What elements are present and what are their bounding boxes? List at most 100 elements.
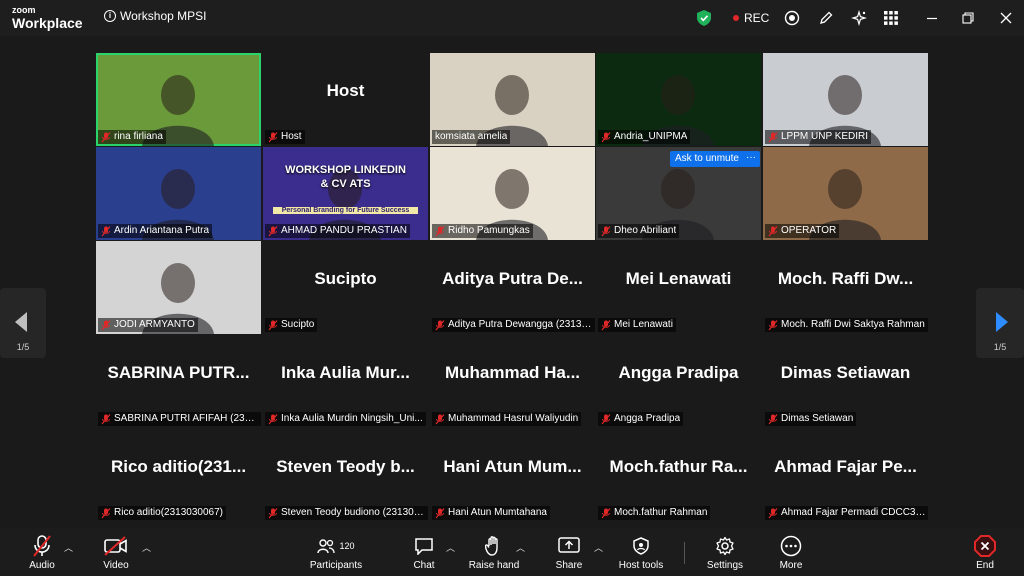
- participant-name: Sucipto: [281, 319, 315, 330]
- participant-name: Andria_UNIPMA: [614, 131, 688, 142]
- participant-tile[interactable]: WORKSHOP LINKEDIN & CV ATS Personal Brand…: [263, 147, 428, 240]
- participant-tile[interactable]: Inka Aulia Mur... Inka Aulia Murdin Nings…: [263, 335, 428, 428]
- chat-icon: [415, 538, 433, 555]
- more-button[interactable]: More: [774, 534, 808, 571]
- participant-name-tag: Andria_UNIPMA: [598, 130, 691, 144]
- participants-icon: [317, 539, 336, 554]
- minimize-icon[interactable]: [922, 8, 942, 28]
- participant-tile[interactable]: Moch.fathur Ra... Moch.fathur Rahman: [596, 429, 761, 522]
- participant-tile[interactable]: Muhammad Ha... Muhammad Hasrul Waliyudin: [430, 335, 595, 428]
- participant-name-tag: Steven Teody budiono (231303...: [265, 506, 428, 520]
- encryption-shield-icon[interactable]: [697, 0, 711, 36]
- participants-button[interactable]: 120 Participants: [306, 534, 366, 571]
- participant-name: AHMAD PANDU PRASTIAN: [281, 225, 407, 236]
- participant-name-tag: Moch. Raffi Dwi Saktya Rahman: [765, 318, 928, 332]
- meeting-toolbar: Audio ︿ Video ︿ 120 Participants Chat ︿ …: [0, 528, 1024, 576]
- participants-count: 120: [339, 541, 355, 551]
- participant-more-button[interactable]: ···: [742, 151, 760, 167]
- meeting-info-button[interactable]: i Workshop MPSI: [104, 9, 206, 23]
- mic-muted-icon: [601, 507, 611, 519]
- participant-name: Steven Teody budiono (231303...: [281, 507, 426, 518]
- participant-tile[interactable]: Ahmad Fajar Pe... Ahmad Fajar Permadi CDC…: [763, 429, 928, 522]
- participant-tile[interactable]: Host Host: [263, 53, 428, 146]
- audio-options-caret-icon[interactable]: ︿: [64, 541, 73, 554]
- participant-tile[interactable]: Ardin Ariantana Putra: [96, 147, 261, 240]
- end-meeting-button[interactable]: End: [970, 534, 1000, 571]
- annotate-pen-icon[interactable]: [816, 8, 836, 28]
- participant-display-name: Muhammad Ha...: [444, 363, 581, 382]
- participant-tile[interactable]: SABRINA PUTR... SABRINA PUTRI AFIFAH (231…: [96, 335, 261, 428]
- participant-name-tag: Ardin Ariantana Putra: [98, 224, 213, 238]
- participant-display-name: Host: [326, 81, 365, 100]
- participant-display-name: Mei Lenawati: [625, 269, 732, 288]
- participant-name-tag: Hani Atun Mumtahana: [432, 506, 550, 520]
- video-options-caret-icon[interactable]: ︿: [142, 541, 151, 554]
- close-icon[interactable]: [996, 8, 1016, 28]
- participant-name: Angga Pradipa: [614, 413, 681, 424]
- participant-tile[interactable]: komsiata amelia: [430, 53, 595, 146]
- next-page-button[interactable]: 1/5: [976, 288, 1024, 358]
- share-button[interactable]: Share: [552, 534, 586, 571]
- participant-name: Ridho Pamungkas: [448, 225, 530, 236]
- participant-tile[interactable]: Moch. Raffi Dw... Moch. Raffi Dwi Saktya …: [763, 241, 928, 334]
- participant-name: Muhammad Hasrul Waliyudin: [448, 413, 579, 424]
- prev-page-button[interactable]: 1/5: [0, 288, 46, 358]
- workshop-poster-subtitle: Personal Branding for Future Success: [273, 207, 418, 214]
- participant-name-tag: Rico aditio(2313030067): [98, 506, 226, 520]
- participant-name-tag: Mei Lenawati: [598, 318, 676, 332]
- chat-options-caret-icon[interactable]: ︿: [446, 541, 455, 554]
- toolbar-divider: [684, 542, 685, 564]
- apps-grid-icon[interactable]: [881, 8, 901, 28]
- mic-muted-icon: [601, 319, 611, 331]
- restore-icon[interactable]: [958, 8, 978, 28]
- participant-name-tag: Dimas Setiawan: [765, 412, 857, 426]
- participant-tile[interactable]: JODI ARMYANTO: [96, 241, 261, 334]
- participant-tile[interactable]: OPERATOR: [763, 147, 928, 240]
- participant-name: Aditya Putra Dewangga (23130...: [448, 319, 593, 330]
- participant-name-tag: Muhammad Hasrul Waliyudin: [432, 412, 582, 426]
- ai-companion-icon[interactable]: [849, 8, 869, 28]
- participant-name-tag: Moch.fathur Rahman: [598, 506, 711, 520]
- recording-indicator[interactable]: REC: [733, 0, 769, 36]
- page-indicator-left: 1/5: [16, 342, 30, 352]
- mic-muted-icon: [101, 131, 111, 143]
- participant-tile[interactable]: Steven Teody b... Steven Teody budiono (2…: [263, 429, 428, 522]
- host-tools-button[interactable]: Host tools: [614, 534, 668, 571]
- participant-display-name: Angga Pradipa: [618, 363, 739, 382]
- settings-button[interactable]: Settings: [704, 534, 746, 571]
- participant-tile[interactable]: Aditya Putra De... Aditya Putra Dewangga …: [430, 241, 595, 334]
- participant-display-name: Hani Atun Mum...: [443, 457, 582, 476]
- participant-display-name: Moch.fathur Ra...: [609, 457, 748, 476]
- chat-button[interactable]: Chat: [408, 534, 440, 571]
- chat-label: Chat: [413, 560, 435, 571]
- participant-tile[interactable]: Dimas Setiawan Dimas Setiawan: [763, 335, 928, 428]
- participant-name-tag: Ahmad Fajar Permadi CDCC358...: [765, 506, 928, 520]
- reactions-caret-icon[interactable]: ︿: [516, 541, 525, 554]
- raise-hand-button[interactable]: Raise hand: [468, 534, 520, 571]
- participant-display-name: Rico aditio(231...: [110, 457, 247, 476]
- participant-display-name: Moch. Raffi Dw...: [777, 269, 914, 288]
- brand-bottom: Workplace: [12, 15, 83, 31]
- mic-muted-icon: [768, 413, 778, 425]
- participant-display-name: Steven Teody b...: [276, 457, 415, 476]
- participant-tile[interactable]: Ridho Pamungkas: [430, 147, 595, 240]
- video-button[interactable]: Video: [96, 534, 136, 571]
- participant-tile[interactable]: rina firliana: [96, 53, 261, 146]
- gear-icon: [716, 536, 734, 556]
- participant-tile[interactable]: Rico aditio(231... Rico aditio(2313030067…: [96, 429, 261, 522]
- audio-button[interactable]: Audio: [22, 534, 62, 571]
- mic-muted-icon: [101, 413, 111, 425]
- participant-tile[interactable]: LPPM UNP KEDIRI: [763, 53, 928, 146]
- participant-name: OPERATOR: [781, 225, 837, 236]
- ask-to-unmute-button[interactable]: Ask to unmute: [670, 151, 744, 167]
- mic-muted-icon: [268, 507, 278, 519]
- participant-tile[interactable]: Hani Atun Mum... Hani Atun Mumtahana: [430, 429, 595, 522]
- participant-tile[interactable]: Andria_UNIPMA: [596, 53, 761, 146]
- record-control-icon[interactable]: [782, 8, 802, 28]
- share-options-caret-icon[interactable]: ︿: [594, 541, 603, 554]
- participant-tile[interactable]: Mei Lenawati Mei Lenawati: [596, 241, 761, 334]
- mic-muted-icon: [268, 413, 278, 425]
- participant-tile[interactable]: Angga Pradipa Angga Pradipa: [596, 335, 761, 428]
- participant-tile[interactable]: Sucipto Sucipto: [263, 241, 428, 334]
- mic-muted-icon: [101, 319, 111, 331]
